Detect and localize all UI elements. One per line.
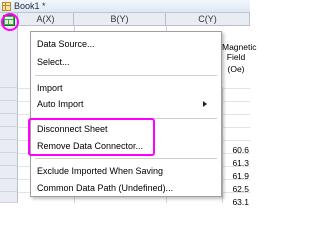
menu-separator [35,75,217,76]
row-header[interactable] [0,127,18,140]
column-header-b[interactable]: B(Y) [74,13,166,26]
row-header[interactable] [0,101,18,114]
row-header[interactable] [0,166,18,179]
units-cell-text: (Oe) [227,64,245,74]
cell-value[interactable]: 63.1 [224,197,250,208]
row-header[interactable] [0,114,18,127]
long-name-line-1: Magnetic [222,42,257,52]
submenu-arrow-icon [203,101,207,107]
row-header[interactable] [0,192,18,203]
long-name-line-2: Field [226,52,246,62]
column-header-c[interactable]: C(Y) [166,13,250,26]
cell-value[interactable]: 61.3 [224,158,250,169]
row-header-meta[interactable] [0,26,18,88]
cell-value[interactable]: 61.9 [224,171,250,182]
disconnect-options-highlight [28,118,155,156]
row-header[interactable] [0,153,18,166]
row-header[interactable] [0,140,18,153]
window-title: Book1 * [14,1,46,11]
menu-item-common-data-path[interactable]: Common Data Path (Undefined)... [31,180,221,196]
cell-value[interactable]: 60.6 [224,145,250,156]
column-c-long-name-cell[interactable]: Magnetic Field (Oe) [222,27,257,87]
menu-item-data-source[interactable]: Data Source... [31,36,221,52]
row-header[interactable] [0,179,18,192]
context-menu: Data Source... Select... Import Auto Imp… [30,31,222,197]
title-bar: Book1 * [0,0,250,13]
cell-value[interactable]: 62.5 [224,184,250,195]
menu-item-auto-import[interactable]: Auto Import [31,96,221,112]
row-header[interactable] [0,88,18,101]
workbook-icon [2,2,11,11]
menu-item-select[interactable]: Select... [31,54,221,70]
menu-separator [35,158,217,159]
column-header-a[interactable]: A(X) [18,13,74,26]
menu-item-exclude-imported[interactable]: Exclude Imported When Saving [31,163,221,179]
connector-icon-highlight [1,13,19,31]
menu-item-import[interactable]: Import [31,80,221,96]
